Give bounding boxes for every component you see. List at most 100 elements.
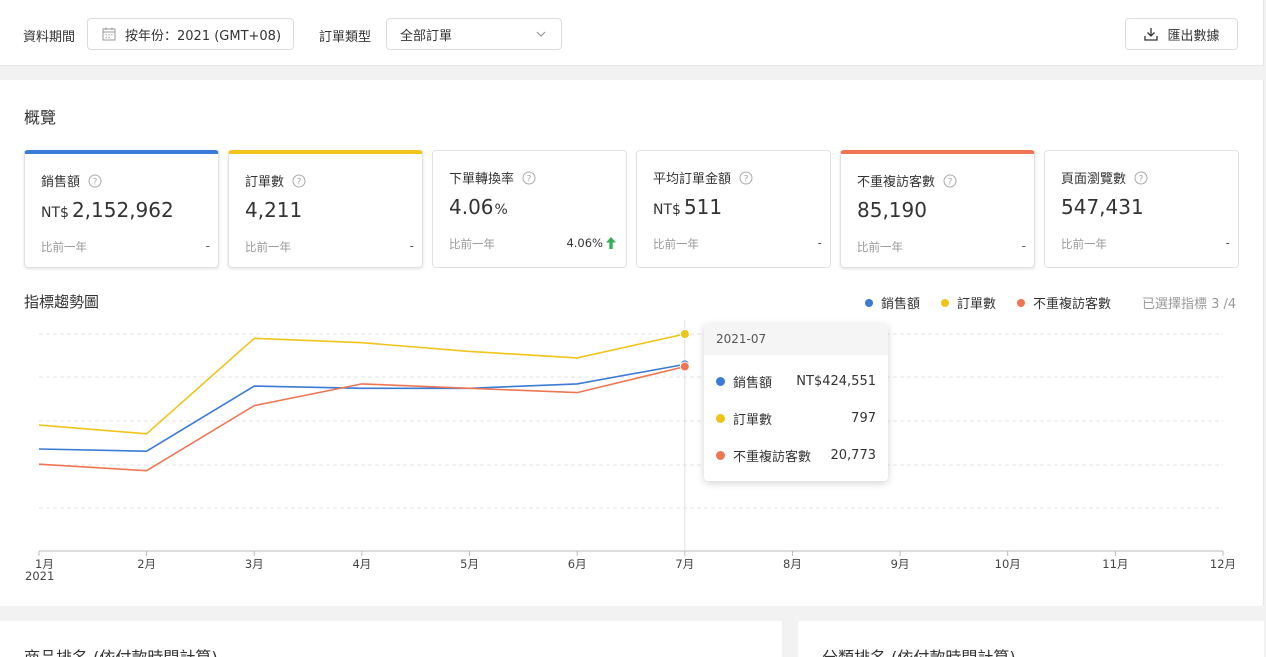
kpi-compare-label: 比前一年	[245, 240, 291, 254]
legend-dot	[865, 298, 873, 307]
selected-metrics-count: 已選擇指標 3 /4	[1142, 297, 1237, 312]
kpi-title: 平均訂單金額	[653, 172, 732, 187]
kpi-compare-value: -	[409, 239, 414, 253]
filter-bar: 資料期間 按年份：2021 (GMT+08) 訂單類型 全部訂單 匯出數據	[0, 0, 1264, 66]
kpi-value: 4,211	[245, 198, 303, 222]
kpi-compare-label: 比前一年	[41, 240, 87, 254]
legend-label: 不重複訪客數	[1033, 297, 1112, 312]
overview-title: 概覽	[24, 108, 57, 127]
kpi-prefix: NT$	[653, 202, 681, 218]
tooltip-dot	[716, 413, 725, 423]
tooltip-row-sales: 銷售額 NT$424,551	[716, 371, 876, 391]
kpi-compare-label: 比前一年	[857, 240, 903, 254]
x-tick-label: 12月	[1210, 557, 1236, 571]
svg-text:?: ?	[93, 177, 98, 187]
kpi-title: 訂單數	[245, 175, 285, 190]
legend-dot	[1017, 298, 1025, 307]
help-icon[interactable]: ?	[1134, 171, 1148, 185]
kpi-compare-label: 比前一年	[653, 237, 699, 251]
x-tick-label: 6月	[568, 557, 587, 571]
svg-text:?: ?	[948, 177, 953, 187]
trend-chart-title: 指標趨勢圖	[24, 293, 100, 311]
order-type-value: 全部訂單	[400, 28, 453, 44]
tooltip-label: 不重複訪客數	[733, 449, 812, 465]
trend-line-chart[interactable]: 1月 2月 3月 4月 5月 6月 7月 8月 9月 10月 11月 12月2021	[0, 320, 1264, 590]
kpi-card-avg-order[interactable]: 平均訂單金額 ? NT$ 511 比前一年 -	[636, 150, 831, 268]
kpi-value: 85,190	[857, 198, 927, 222]
svg-text:?: ?	[527, 174, 532, 184]
kpi-title: 下單轉換率	[449, 172, 515, 187]
tooltip-row-orders: 訂單數 797	[716, 408, 876, 428]
kpi-suffix: %	[494, 202, 508, 218]
tooltip-title: 2021-07	[704, 324, 888, 355]
order-type-select[interactable]: 全部訂單	[386, 18, 562, 50]
x-tick-label: 11月	[1102, 557, 1128, 571]
calendar-icon	[102, 27, 116, 41]
arrow-up-icon	[606, 237, 616, 249]
tooltip-dot	[716, 450, 725, 460]
download-icon	[1144, 28, 1159, 41]
x-tick-label: 7月	[675, 557, 694, 571]
help-icon[interactable]: ?	[88, 174, 102, 188]
kpi-title: 不重複訪客數	[857, 175, 936, 190]
x-tick-label: 8月	[783, 557, 802, 571]
order-type-label: 訂單類型	[319, 30, 372, 45]
tooltip-label: 訂單數	[733, 412, 773, 428]
svg-text:?: ?	[1139, 174, 1144, 184]
category-ranking-title: 分類排名 (依付款時間計算)	[822, 644, 1016, 657]
x-tick-label: 3月	[245, 557, 264, 571]
tooltip-value: 797	[851, 410, 876, 426]
x-year-label: 2021	[25, 569, 54, 583]
kpi-title: 頁面瀏覽數	[1061, 172, 1127, 187]
tooltip-value: 20,773	[830, 447, 877, 463]
svg-text:?: ?	[297, 177, 302, 187]
tooltip-label: 銷售額	[733, 375, 773, 391]
legend-item-sales[interactable]: 銷售額	[865, 293, 920, 312]
help-icon[interactable]: ?	[522, 171, 536, 185]
kpi-compare-label: 比前一年	[1061, 237, 1107, 251]
kpi-card-orders[interactable]: 訂單數 ? 4,211 比前一年 -	[228, 150, 423, 268]
kpi-card-visitors[interactable]: 不重複訪客數 ? 85,190 比前一年 -	[840, 150, 1035, 268]
export-label: 匯出數據	[1167, 28, 1220, 44]
kpi-compare-value: -	[817, 236, 822, 250]
product-ranking-title: 商品排名 (依付款時間計算)	[24, 644, 218, 657]
data-point	[679, 361, 690, 372]
kpi-compare-label: 比前一年	[449, 237, 495, 251]
x-tick-label: 9月	[891, 557, 910, 571]
kpi-card-sales[interactable]: 銷售額 ? NT$ 2,152,962 比前一年 -	[24, 150, 219, 268]
x-tick-label: 10月	[995, 557, 1021, 571]
svg-text:?: ?	[744, 174, 749, 184]
kpi-value: 2,152,962	[71, 198, 174, 222]
data-point	[679, 329, 690, 339]
kpi-compare-value: 4.06%	[566, 236, 603, 250]
help-icon[interactable]: ?	[943, 174, 957, 188]
kpi-title: 銷售額	[41, 175, 81, 190]
kpi-compare-value: -	[205, 239, 210, 253]
x-tick-label: 2月	[137, 557, 156, 571]
period-picker[interactable]: 按年份：2021 (GMT+08)	[87, 18, 294, 50]
kpi-value: 547,431	[1061, 195, 1144, 219]
tooltip-dot	[716, 376, 725, 386]
x-tick-label: 5月	[460, 557, 479, 571]
export-button[interactable]: 匯出數據	[1125, 18, 1238, 50]
help-icon[interactable]: ?	[739, 171, 753, 185]
legend-item-visitors[interactable]: 不重複訪客數	[1017, 293, 1111, 312]
kpi-compare-trend: 4.06%	[566, 236, 616, 250]
kpi-prefix: NT$	[41, 205, 69, 221]
legend-dot	[941, 298, 949, 307]
tooltip-value: NT$424,551	[796, 373, 876, 389]
kpi-card-pageviews[interactable]: 頁面瀏覽數 ? 547,431 比前一年 -	[1044, 150, 1239, 268]
kpi-compare-value: -	[1021, 239, 1026, 253]
legend-label: 訂單數	[957, 297, 997, 312]
x-tick-label: 4月	[352, 557, 371, 571]
chevron-down-icon	[536, 31, 546, 37]
period-value: 按年份：2021 (GMT+08)	[125, 28, 282, 44]
tooltip-row-visitors: 不重複訪客數 20,773	[716, 445, 876, 465]
period-label: 資料期間	[23, 30, 76, 45]
kpi-compare-value: -	[1225, 236, 1230, 250]
kpi-value: 4.06	[449, 195, 494, 219]
kpi-card-conversion[interactable]: 下單轉換率 ? 4.06% 比前一年 4.06%	[432, 150, 627, 268]
legend-item-orders[interactable]: 訂單數	[941, 293, 996, 312]
help-icon[interactable]: ?	[292, 174, 306, 188]
legend-label: 銷售額	[881, 297, 921, 312]
